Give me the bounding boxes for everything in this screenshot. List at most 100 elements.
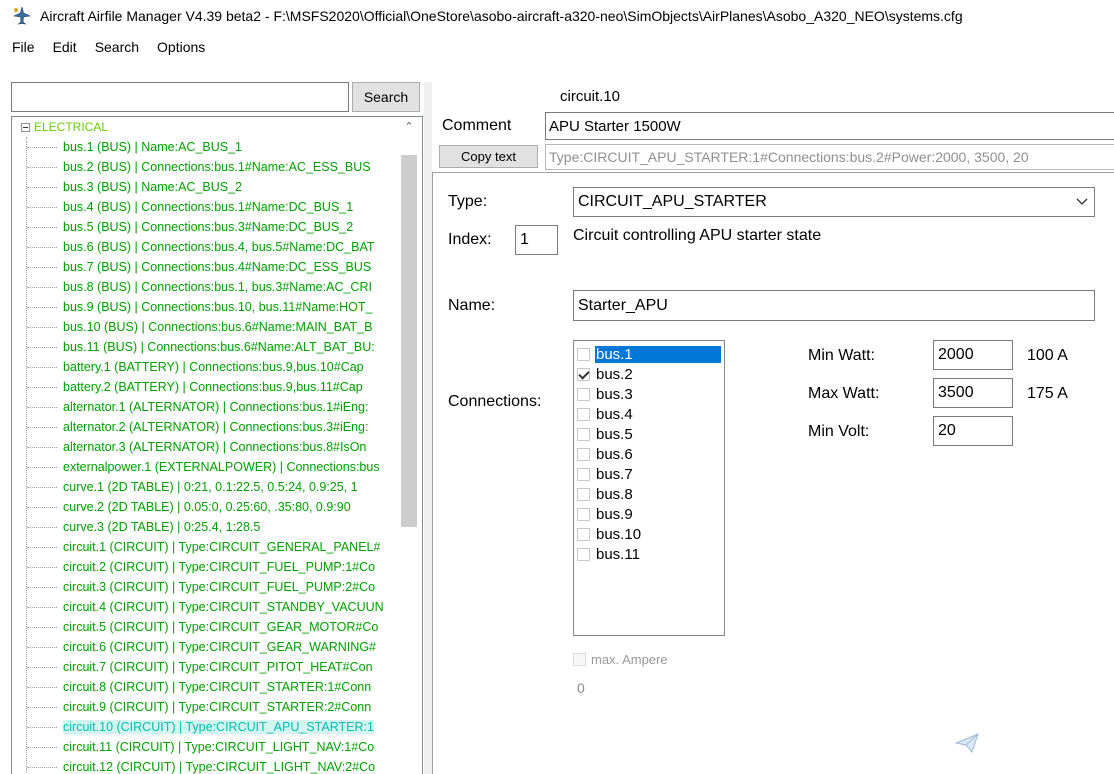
collapse-icon[interactable]	[21, 122, 30, 132]
min-volt-input[interactable]	[933, 416, 1013, 446]
tree-item[interactable]: bus.3 (BUS) | Name:AC_BUS_2	[12, 177, 397, 197]
tree-item-label: alternator.2 (ALTERNATOR) | Connections:…	[63, 420, 369, 434]
tree-item[interactable]: bus.4 (BUS) | Connections:bus.1#Name:DC_…	[12, 197, 397, 217]
tree-item[interactable]: circuit.9 (CIRCUIT) | Type:CIRCUIT_START…	[12, 697, 397, 717]
tree-item[interactable]: battery.1 (BATTERY) | Connections:bus.9,…	[12, 357, 397, 377]
connection-checkbox[interactable]	[577, 387, 590, 401]
tree-connector	[27, 326, 57, 328]
type-select[interactable]: CIRCUIT_APU_STARTER	[573, 187, 1095, 217]
tree-item-label: circuit.9 (CIRCUIT) | Type:CIRCUIT_START…	[63, 700, 372, 714]
min-watt-label: Min Watt:	[808, 347, 875, 364]
tree-item[interactable]: bus.10 (BUS) | Connections:bus.6#Name:MA…	[12, 317, 397, 337]
tree-item[interactable]: circuit.4 (CIRCUIT) | Type:CIRCUIT_STAND…	[12, 597, 397, 617]
connection-checkbox[interactable]	[577, 407, 590, 421]
tree-item[interactable]: circuit.2 (CIRCUIT) | Type:CIRCUIT_FUEL_…	[12, 557, 397, 577]
type-label: Type:	[448, 193, 488, 210]
tree-item[interactable]: bus.6 (BUS) | Connections:bus.4, bus.5#N…	[12, 237, 397, 257]
connections-list[interactable]: bus.1 bus.2 bus.3 bus.4 bus.5 bus.6 bus.7 bus.8…	[573, 340, 725, 636]
tree-connector	[27, 386, 57, 388]
copy-text-button[interactable]: Copy text	[439, 145, 538, 168]
connection-item[interactable]: bus.1	[577, 344, 723, 364]
tree-connector	[27, 206, 57, 208]
menu-file[interactable]: File	[6, 39, 41, 55]
connection-item[interactable]: bus.3	[577, 384, 723, 404]
editor-panel	[432, 172, 1114, 774]
tree-content: ELECTRICAL bus.1 (BUS) | Name:AC_BUS_1 bu…	[12, 117, 397, 774]
connection-item[interactable]: bus.4	[577, 404, 723, 424]
tree-item[interactable]: curve.1 (2D TABLE) | 0:21, 0.1:22.5, 0.5…	[12, 477, 397, 497]
connection-checkbox[interactable]	[577, 367, 590, 381]
min-watt-input[interactable]	[933, 340, 1013, 370]
connection-item[interactable]: bus.10	[577, 524, 723, 544]
max-watt-amperes: 175 A	[1027, 385, 1068, 402]
tree-scrollbar[interactable]: ⌃	[396, 117, 422, 774]
connection-checkbox[interactable]	[577, 467, 590, 481]
tree-item[interactable]: bus.8 (BUS) | Connections:bus.1, bus.3#N…	[12, 277, 397, 297]
connection-checkbox[interactable]	[577, 507, 590, 521]
connection-label: bus.3	[596, 385, 633, 403]
comment-input[interactable]	[545, 112, 1114, 140]
connection-item[interactable]: bus.2	[577, 364, 723, 384]
tree-item-label: circuit.5 (CIRCUIT) | Type:CIRCUIT_GEAR_…	[63, 620, 379, 634]
connection-item[interactable]: bus.8	[577, 484, 723, 504]
tree-item-label: alternator.3 (ALTERNATOR) | Connections:…	[63, 440, 367, 454]
connection-item[interactable]: bus.7	[577, 464, 723, 484]
tree-item[interactable]: curve.3 (2D TABLE) | 0:25.4, 1:28.5	[12, 517, 397, 537]
tree-item[interactable]: bus.2 (BUS) | Connections:bus.1#Name:AC_…	[12, 157, 397, 177]
connection-item[interactable]: bus.6	[577, 444, 723, 464]
tree-item[interactable]: bus.11 (BUS) | Connections:bus.6#Name:AL…	[12, 337, 397, 357]
connection-label: bus.8	[596, 485, 633, 503]
connection-item[interactable]: bus.9	[577, 504, 723, 524]
tree-root-electrical[interactable]: ELECTRICAL	[12, 117, 397, 137]
tree-item[interactable]: circuit.8 (CIRCUIT) | Type:CIRCUIT_START…	[12, 677, 397, 697]
tree-item-label: circuit.1 (CIRCUIT) | Type:CIRCUIT_GENER…	[63, 540, 381, 554]
tree-connector	[27, 346, 57, 348]
tree-item-label: bus.7 (BUS) | Connections:bus.4#Name:DC_…	[63, 260, 372, 274]
tree-item[interactable]: alternator.3 (ALTERNATOR) | Connections:…	[12, 437, 397, 457]
tree-item[interactable]: circuit.7 (CIRCUIT) | Type:CIRCUIT_PITOT…	[12, 657, 397, 677]
max-ampere-option: max. Ampere	[573, 652, 668, 667]
tree-item[interactable]: circuit.1 (CIRCUIT) | Type:CIRCUIT_GENER…	[12, 537, 397, 557]
tree-item-label: circuit.3 (CIRCUIT) | Type:CIRCUIT_FUEL_…	[63, 580, 376, 594]
max-watt-input[interactable]	[933, 378, 1013, 408]
connection-checkbox[interactable]	[577, 487, 590, 501]
tree-item[interactable]: circuit.10 (CIRCUIT) | Type:CIRCUIT_APU_…	[12, 717, 397, 737]
tree-view[interactable]: ELECTRICAL bus.1 (BUS) | Name:AC_BUS_1 bu…	[11, 116, 423, 774]
tree-item[interactable]: circuit.11 (CIRCUIT) | Type:CIRCUIT_LIGH…	[12, 737, 397, 757]
scrollbar-thumb[interactable]	[401, 155, 417, 527]
tree-item[interactable]: circuit.5 (CIRCUIT) | Type:CIRCUIT_GEAR_…	[12, 617, 397, 637]
tree-item[interactable]: externalpower.1 (EXTERNALPOWER) | Connec…	[12, 457, 397, 477]
connection-item[interactable]: bus.11	[577, 544, 723, 564]
tree-item[interactable]: alternator.1 (ALTERNATOR) | Connections:…	[12, 397, 397, 417]
tree-connector	[27, 606, 57, 608]
menu-search[interactable]: Search	[89, 39, 145, 55]
tree-item[interactable]: circuit.6 (CIRCUIT) | Type:CIRCUIT_GEAR_…	[12, 637, 397, 657]
tree-item[interactable]: bus.1 (BUS) | Name:AC_BUS_1	[12, 137, 397, 157]
tree-item-label: bus.8 (BUS) | Connections:bus.1, bus.3#N…	[63, 280, 372, 294]
tree-item[interactable]: circuit.12 (CIRCUIT) | Type:CIRCUIT_LIGH…	[12, 757, 397, 774]
menu-edit[interactable]: Edit	[47, 39, 83, 55]
panel-splitter[interactable]	[424, 82, 432, 774]
tree-item-label: battery.2 (BATTERY) | Connections:bus.9,…	[63, 380, 363, 394]
name-input[interactable]	[573, 290, 1095, 321]
tree-item[interactable]: curve.2 (2D TABLE) | 0.05:0, 0.25:60, .3…	[12, 497, 397, 517]
type-string-field[interactable]: Type:CIRCUIT_APU_STARTER:1#Connections:b…	[545, 144, 1114, 170]
search-input[interactable]	[11, 82, 349, 112]
connection-checkbox[interactable]	[577, 427, 590, 441]
connection-checkbox[interactable]	[577, 447, 590, 461]
tree-item[interactable]: circuit.3 (CIRCUIT) | Type:CIRCUIT_FUEL_…	[12, 577, 397, 597]
tree-item[interactable]: alternator.2 (ALTERNATOR) | Connections:…	[12, 417, 397, 437]
search-button[interactable]: Search	[352, 82, 420, 112]
tree-item[interactable]: battery.2 (BATTERY) | Connections:bus.9,…	[12, 377, 397, 397]
connection-checkbox[interactable]	[577, 527, 590, 541]
connection-item[interactable]: bus.5	[577, 424, 723, 444]
tree-item-label: bus.3 (BUS) | Name:AC_BUS_2	[63, 180, 243, 194]
tree-item[interactable]: bus.7 (BUS) | Connections:bus.4#Name:DC_…	[12, 257, 397, 277]
connection-checkbox[interactable]	[577, 347, 590, 361]
menu-options[interactable]: Options	[151, 39, 211, 55]
index-input[interactable]	[515, 225, 558, 255]
connection-checkbox[interactable]	[577, 547, 590, 561]
tree-item[interactable]: bus.9 (BUS) | Connections:bus.10, bus.11…	[12, 297, 397, 317]
scroll-up-icon[interactable]: ⌃	[402, 121, 416, 133]
tree-item[interactable]: bus.5 (BUS) | Connections:bus.3#Name:DC_…	[12, 217, 397, 237]
